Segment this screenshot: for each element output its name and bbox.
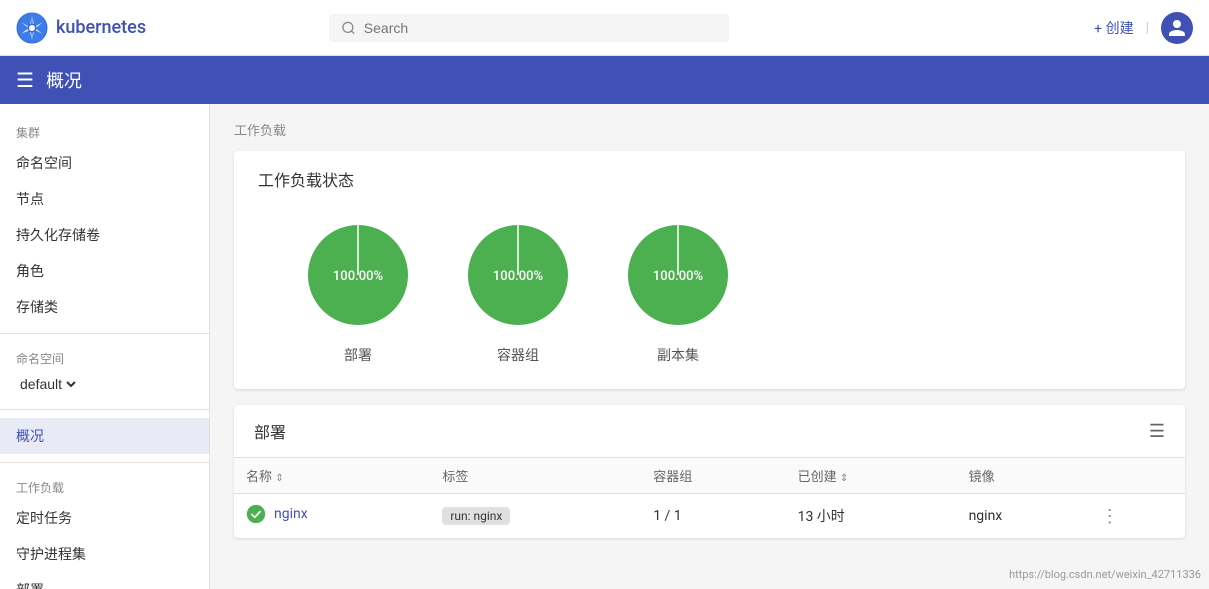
col-image: 镜像 bbox=[957, 458, 1089, 494]
row-created: 13 小时 bbox=[786, 494, 957, 539]
pie-chart-deployments: 100.00% bbox=[298, 215, 418, 335]
chart-replicasets: 100.00% 副本集 bbox=[618, 215, 738, 365]
namespace-select[interactable]: default bbox=[16, 375, 79, 393]
user-avatar[interactable] bbox=[1161, 12, 1193, 44]
tag-badge: run: nginx bbox=[442, 507, 510, 525]
sort-name-icon: ⇕ bbox=[275, 473, 283, 484]
col-actions bbox=[1089, 458, 1185, 494]
row-status-name: nginx bbox=[234, 494, 430, 539]
person-icon bbox=[1167, 18, 1187, 38]
deployment-card: 部署 ☰ 名称 ⇕ 标签 容器组 bbox=[234, 405, 1185, 538]
sidebar-item-storageclass[interactable]: 存储类 bbox=[0, 289, 209, 325]
chart-label-replicasets: 副本集 bbox=[657, 345, 699, 365]
table-header-row: 名称 ⇕ 标签 容器组 已创建 ⇕ bbox=[234, 458, 1185, 494]
table-row: nginx run: nginx 1 / 1 13 小时 nginx ⋮ bbox=[234, 494, 1185, 539]
row-image: nginx bbox=[957, 494, 1089, 539]
col-pods: 容器组 bbox=[641, 458, 785, 494]
svg-text:100.00%: 100.00% bbox=[653, 269, 703, 284]
sidebar-divider-3 bbox=[0, 462, 209, 463]
workload-status-title: 工作负载状态 bbox=[258, 167, 1161, 191]
section-title: 工作负载 bbox=[234, 120, 1185, 139]
sidebar-item-namespaces[interactable]: 命名空间 bbox=[0, 145, 209, 181]
chart-label-deployments: 部署 bbox=[344, 345, 372, 365]
sidebar-item-deployments[interactable]: 部署 bbox=[0, 572, 209, 589]
top-nav: kubernetes + 创建 | bbox=[0, 0, 1209, 56]
col-tags: 标签 bbox=[430, 458, 641, 494]
deployment-header: 部署 ☰ bbox=[234, 405, 1185, 458]
filter-icon[interactable]: ☰ bbox=[1149, 421, 1165, 442]
sidebar-item-overview[interactable]: 概况 bbox=[0, 418, 209, 454]
namespace-section-label: 命名空间 bbox=[0, 342, 209, 371]
workload-section-label: 工作负载 bbox=[0, 471, 209, 500]
sidebar-divider-1 bbox=[0, 333, 209, 334]
svg-text:100.00%: 100.00% bbox=[493, 269, 543, 284]
search-bar[interactable] bbox=[329, 14, 729, 42]
main-layout: 集群 命名空间 节点 持久化存储卷 角色 存储类 命名空间 default 概况… bbox=[0, 104, 1209, 589]
search-input[interactable] bbox=[364, 20, 717, 36]
chart-deployments: 100.00% 部署 bbox=[298, 215, 418, 365]
deployment-title: 部署 bbox=[254, 419, 286, 443]
svg-text:100.00%: 100.00% bbox=[333, 269, 383, 284]
sidebar-item-pv[interactable]: 持久化存储卷 bbox=[0, 217, 209, 253]
chart-label-pods: 容器组 bbox=[497, 345, 539, 365]
sort-created-icon: ⇕ bbox=[840, 473, 848, 484]
sidebar-item-roles[interactable]: 角色 bbox=[0, 253, 209, 289]
sidebar-item-cronjobs[interactable]: 定时任务 bbox=[0, 500, 209, 536]
page-title: 概况 bbox=[46, 67, 82, 93]
header-bar: ☰ 概况 bbox=[0, 56, 1209, 104]
search-icon bbox=[341, 20, 356, 36]
kubernetes-logo-icon bbox=[16, 12, 48, 44]
main-content: 工作负载 工作负载状态 100.00% 部署 bbox=[210, 104, 1209, 589]
sidebar-item-nodes[interactable]: 节点 bbox=[0, 181, 209, 217]
watermark: https://blog.csdn.net/weixin_42711336 bbox=[1009, 568, 1201, 581]
nav-right: + 创建 | bbox=[1094, 12, 1193, 44]
deployment-name-link[interactable]: nginx bbox=[274, 506, 308, 522]
row-more[interactable]: ⋮ bbox=[1089, 494, 1185, 539]
more-options-icon[interactable]: ⋮ bbox=[1101, 506, 1119, 527]
nav-divider: | bbox=[1146, 20, 1149, 36]
deployment-table: 名称 ⇕ 标签 容器组 已创建 ⇕ bbox=[234, 458, 1185, 538]
sidebar-divider-2 bbox=[0, 409, 209, 410]
col-created: 已创建 ⇕ bbox=[786, 458, 957, 494]
pie-chart-replicasets: 100.00% bbox=[618, 215, 738, 335]
cluster-section-label: 集群 bbox=[0, 116, 209, 145]
sidebar-item-daemonsets[interactable]: 守护进程集 bbox=[0, 536, 209, 572]
col-name: 名称 ⇕ bbox=[234, 458, 430, 494]
row-tag: run: nginx bbox=[430, 494, 641, 539]
workload-status-card: 工作负载状态 100.00% 部署 100.00% bbox=[234, 151, 1185, 389]
sidebar: 集群 命名空间 节点 持久化存储卷 角色 存储类 命名空间 default 概况… bbox=[0, 104, 210, 589]
pie-chart-pods: 100.00% bbox=[458, 215, 578, 335]
namespace-selector[interactable]: default bbox=[0, 371, 209, 401]
chart-pods: 100.00% 容器组 bbox=[458, 215, 578, 365]
logo-text: kubernetes bbox=[56, 17, 146, 38]
status-ok-icon bbox=[246, 504, 266, 524]
row-pods: 1 / 1 bbox=[641, 494, 785, 539]
charts-row: 100.00% 部署 100.00% 容器组 bbox=[258, 207, 1161, 373]
logo: kubernetes bbox=[16, 12, 146, 44]
create-button[interactable]: + 创建 bbox=[1094, 18, 1133, 38]
menu-icon[interactable]: ☰ bbox=[16, 68, 34, 92]
